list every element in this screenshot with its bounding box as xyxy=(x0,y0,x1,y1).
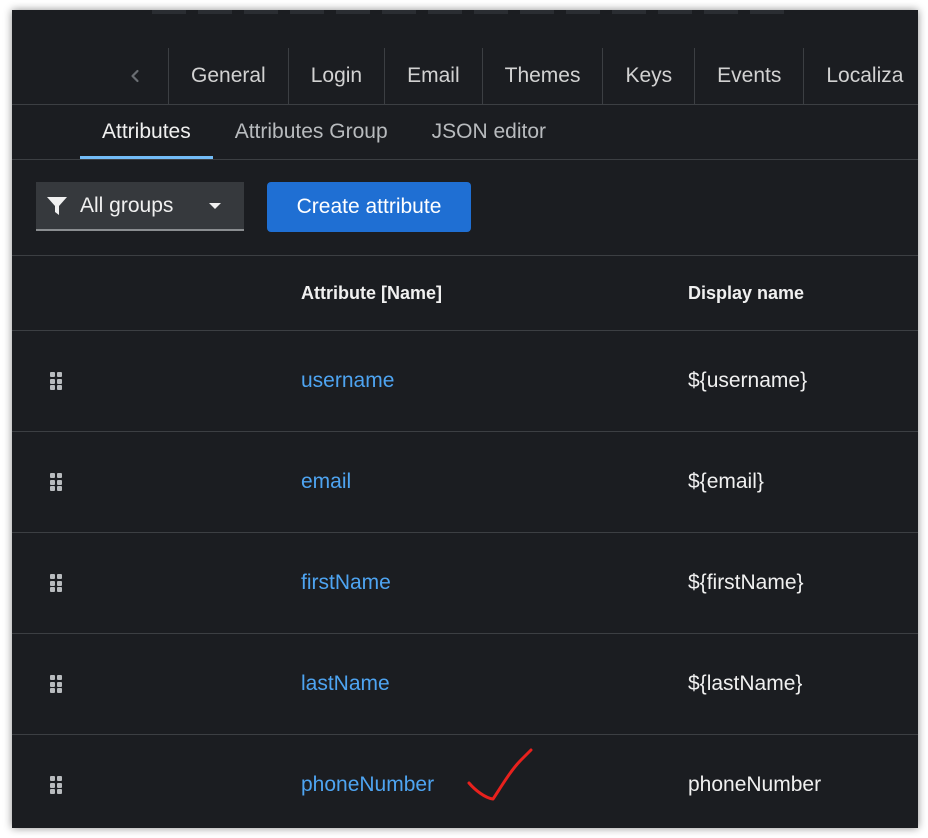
table-row: firstName ${firstName} xyxy=(12,533,918,634)
subtab-attributes[interactable]: Attributes xyxy=(80,105,213,159)
attribute-display-name: ${email} xyxy=(688,470,764,493)
divider xyxy=(12,159,918,160)
table-row: lastName ${lastName} xyxy=(12,634,918,735)
attribute-display-name: ${username} xyxy=(688,369,808,392)
attribute-display-name: phoneNumber xyxy=(688,773,822,796)
drag-handle-icon[interactable] xyxy=(50,372,64,390)
realm-settings-tabs: General Login Email Themes Keys Events L… xyxy=(12,48,918,105)
column-header-display-name: Display name xyxy=(688,282,805,303)
drag-handle-icon[interactable] xyxy=(50,473,64,491)
create-attribute-button[interactable]: Create attribute xyxy=(267,182,471,232)
attribute-name-link[interactable]: phoneNumber xyxy=(301,735,434,828)
app-window: General Login Email Themes Keys Events L… xyxy=(12,10,918,828)
drag-handle-icon[interactable] xyxy=(50,776,64,794)
group-filter-label: All groups xyxy=(80,193,174,217)
tab-email[interactable]: Email xyxy=(384,48,482,104)
tab-localization[interactable]: Localiza xyxy=(803,48,918,104)
table-header: Attribute [Name] Display name xyxy=(12,256,918,331)
attribute-name-link[interactable]: email xyxy=(301,432,351,532)
tab-events[interactable]: Events xyxy=(694,48,803,104)
filter-icon xyxy=(47,196,67,215)
column-header-name[interactable]: Attribute [Name] xyxy=(301,256,442,330)
chevron-left-icon[interactable] xyxy=(102,48,168,104)
subtab-attributes-group[interactable]: Attributes Group xyxy=(213,105,410,159)
attribute-name-link[interactable]: firstName xyxy=(301,533,391,633)
group-filter-dropdown[interactable]: All groups xyxy=(36,182,244,231)
table-row: phoneNumber phoneNumber xyxy=(12,735,918,828)
attribute-display-name: ${firstName} xyxy=(688,571,804,594)
attribute-name-link[interactable]: username xyxy=(301,331,394,431)
subtab-json-editor[interactable]: JSON editor xyxy=(410,105,568,159)
table-row: username ${username} xyxy=(12,331,918,432)
attribute-name-link[interactable]: lastName xyxy=(301,634,390,734)
tab-themes[interactable]: Themes xyxy=(481,48,603,104)
drag-handle-icon[interactable] xyxy=(50,675,64,693)
user-profile-subtabs: Attributes Attributes Group JSON editor xyxy=(80,105,568,159)
tab-general[interactable]: General xyxy=(168,48,288,104)
attribute-display-name: ${lastName} xyxy=(688,672,803,695)
tab-login[interactable]: Login xyxy=(287,48,384,104)
table-row: email ${email} xyxy=(12,432,918,533)
caret-down-icon xyxy=(209,202,221,209)
tab-keys[interactable]: Keys xyxy=(602,48,694,104)
drag-handle-icon[interactable] xyxy=(50,574,64,592)
cropped-header xyxy=(12,10,918,50)
